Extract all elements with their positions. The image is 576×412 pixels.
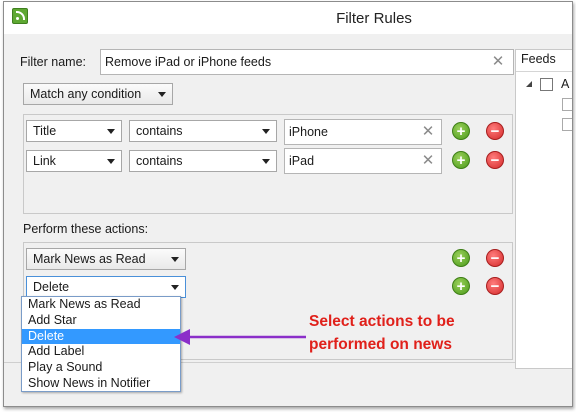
condition-1-operator-value: contains (136, 124, 183, 138)
filter-name-value: Remove iPad or iPhone feeds (105, 55, 272, 69)
option-show-news-in-notifier[interactable]: Show News in Notifier (22, 376, 180, 392)
condition-2-operator-dropdown[interactable]: contains (129, 150, 277, 172)
annotation-text: Select actions to be performed on news (309, 310, 455, 356)
chevron-down-icon (158, 92, 166, 97)
clear-condition-2-icon[interactable]: ✕ (421, 153, 435, 168)
feeds-panel: Feeds A (515, 49, 572, 369)
annotation-line-1: Select actions to be (309, 313, 455, 330)
annotation-line-2: performed on news (309, 336, 452, 353)
action-2-dropdown[interactable]: Delete (26, 276, 186, 298)
filter-name-field[interactable]: Remove iPad or iPhone feeds ✕ (100, 49, 514, 75)
option-mark-news-as-read[interactable]: Mark News as Read (22, 297, 180, 313)
title-bar: Filter Rules (4, 2, 572, 34)
plus-icon: + (456, 278, 466, 295)
chevron-down-icon (262, 129, 270, 134)
action-1-dropdown[interactable]: Mark News as Read (26, 248, 186, 270)
minus-icon: − (490, 278, 500, 295)
remove-action-1-button[interactable]: − (486, 249, 504, 267)
condition-2-operator-value: contains (136, 154, 183, 168)
option-delete[interactable]: Delete (22, 328, 180, 345)
window-title: Filter Rules (336, 10, 412, 27)
action-2-value: Delete (33, 280, 70, 294)
option-add-star[interactable]: Add Star (22, 313, 180, 329)
feed-item-label: A (561, 77, 570, 91)
chevron-down-icon (262, 159, 270, 164)
add-action-1-button[interactable]: + (452, 249, 470, 267)
minus-icon: − (490, 123, 500, 140)
clear-condition-1-icon[interactable]: ✕ (421, 124, 435, 139)
remove-condition-2-button[interactable]: − (486, 151, 504, 169)
feeds-header: Feeds (516, 50, 572, 72)
expand-triangle-icon[interactable] (526, 81, 532, 87)
add-condition-2-button[interactable]: + (452, 151, 470, 169)
feed-subitem-checkbox-2[interactable] (562, 118, 572, 131)
add-action-2-button[interactable]: + (452, 277, 470, 295)
condition-1-field-dropdown[interactable]: Title (26, 120, 122, 142)
rss-feed-icon (12, 8, 28, 24)
feed-subitem-checkbox-1[interactable] (562, 98, 572, 111)
remove-condition-1-button[interactable]: − (486, 122, 504, 140)
plus-icon: + (456, 123, 466, 140)
chevron-down-icon (171, 257, 179, 262)
option-add-label[interactable]: Add Label (22, 344, 180, 360)
plus-icon: + (456, 152, 466, 169)
condition-1-operator-dropdown[interactable]: contains (129, 120, 277, 142)
filter-name-label: Filter name: (20, 55, 86, 69)
chevron-down-icon (171, 285, 179, 290)
clear-filter-name-icon[interactable]: ✕ (491, 54, 505, 69)
option-play-a-sound[interactable]: Play a Sound (22, 360, 180, 376)
match-mode-value: Match any condition (30, 87, 142, 101)
remove-action-2-button[interactable]: − (486, 277, 504, 295)
action-1-value: Mark News as Read (33, 252, 146, 266)
condition-2-value-text: iPad (289, 154, 315, 168)
condition-1-field-value: Title (33, 124, 57, 138)
condition-1-value-field[interactable]: iPhone ✕ (284, 119, 442, 145)
annotation-arrow-icon (174, 329, 306, 345)
condition-2-value-field[interactable]: iPad ✕ (284, 148, 442, 174)
chevron-down-icon (107, 129, 115, 134)
actions-label: Perform these actions: (23, 222, 149, 236)
feed-checkbox[interactable] (540, 78, 553, 91)
chevron-down-icon (107, 159, 115, 164)
action-options-list: Mark News as Read Add Star Delete Add La… (21, 296, 181, 392)
plus-icon: + (456, 250, 466, 267)
minus-icon: − (490, 250, 500, 267)
add-condition-1-button[interactable]: + (452, 122, 470, 140)
condition-1-value-text: iPhone (289, 125, 328, 139)
minus-icon: − (490, 152, 500, 169)
match-mode-dropdown[interactable]: Match any condition (23, 83, 173, 105)
condition-2-field-value: Link (33, 154, 56, 168)
condition-2-field-dropdown[interactable]: Link (26, 150, 122, 172)
